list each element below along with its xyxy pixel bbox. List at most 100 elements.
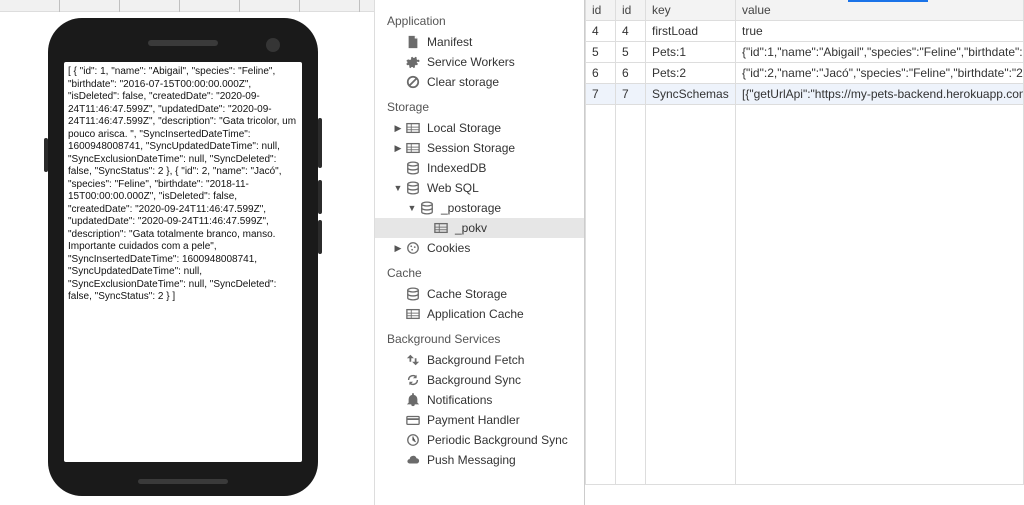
table-row[interactable]: 4 4 firstLoad true bbox=[586, 21, 1024, 42]
session-storage-item[interactable]: ▶ Session Storage bbox=[375, 138, 584, 158]
tree-label: Cache Storage bbox=[427, 287, 580, 301]
cell-value: true bbox=[736, 21, 1024, 42]
col-value[interactable]: value bbox=[736, 0, 1024, 21]
push-messaging-item[interactable]: Push Messaging bbox=[375, 450, 584, 470]
pokv-item[interactable]: _pokv bbox=[375, 218, 584, 238]
gear-icon bbox=[405, 55, 421, 69]
chevron-down-icon: ▼ bbox=[393, 183, 403, 193]
payment-handler-item[interactable]: Payment Handler bbox=[375, 410, 584, 430]
cache-storage-item[interactable]: Cache Storage bbox=[375, 284, 584, 304]
notifications-item[interactable]: Notifications bbox=[375, 390, 584, 410]
database-icon bbox=[405, 181, 421, 195]
tree-label: _postorage bbox=[441, 201, 580, 215]
device-speaker bbox=[148, 40, 218, 46]
tree-label: Notifications bbox=[427, 393, 580, 407]
bg-fetch-item[interactable]: Background Fetch bbox=[375, 350, 584, 370]
device-side-button bbox=[44, 138, 48, 172]
tree-label: Manifest bbox=[427, 35, 580, 49]
device-frame: [ { "id": 1, "name": "Abigail", "species… bbox=[48, 18, 318, 496]
chevron-down-icon: ▼ bbox=[407, 203, 417, 213]
cell-value: {"id":1,"name":"Abigail","species":"Feli… bbox=[736, 42, 1024, 63]
cell-value: {"id":2,"name":"Jacó","species":"Feline"… bbox=[736, 63, 1024, 84]
col-id[interactable]: id bbox=[586, 0, 616, 21]
device-side-button bbox=[318, 220, 322, 254]
table-row[interactable]: 7 7 SyncSchemas [{"getUrlApi":"https://m… bbox=[586, 84, 1024, 105]
device-homebar bbox=[138, 479, 228, 484]
tree-label: Payment Handler bbox=[427, 413, 580, 427]
database-icon bbox=[405, 287, 421, 301]
devtools-root: [ { "id": 1, "name": "Abigail", "species… bbox=[0, 0, 1024, 505]
clear-storage-item[interactable]: Clear storage bbox=[375, 72, 584, 92]
tree-label: Web SQL bbox=[427, 181, 580, 195]
tree-label: IndexedDB bbox=[427, 161, 580, 175]
card-icon bbox=[405, 413, 421, 427]
cell-id: 4 bbox=[616, 21, 646, 42]
chevron-right-icon: ▶ bbox=[393, 243, 403, 254]
group-bg-services: Background Services bbox=[375, 324, 584, 350]
table-row[interactable]: 5 5 Pets:1 {"id":1,"name":"Abigail","spe… bbox=[586, 42, 1024, 63]
device-screen[interactable]: [ { "id": 1, "name": "Abigail", "species… bbox=[64, 62, 302, 462]
device-camera bbox=[266, 38, 280, 52]
clock-icon bbox=[405, 433, 421, 447]
storage-table-pane: id id key value 4 4 firstLoad true 5 5 P… bbox=[585, 0, 1024, 505]
cell-value: [{"getUrlApi":"https://my-pets-backend.h… bbox=[736, 84, 1024, 105]
group-application: Application bbox=[375, 6, 584, 32]
table-header-row[interactable]: id id key value bbox=[586, 0, 1024, 21]
cell-id: 5 bbox=[586, 42, 616, 63]
tree-label: Service Workers bbox=[427, 55, 580, 69]
chevron-right-icon: ▶ bbox=[393, 143, 403, 154]
indexeddb-item[interactable]: IndexedDB bbox=[375, 158, 584, 178]
tree-label: Periodic Background Sync bbox=[427, 433, 580, 447]
device-side-button bbox=[318, 180, 322, 214]
table-body: 4 4 firstLoad true 5 5 Pets:1 {"id":1,"n… bbox=[586, 21, 1024, 485]
bell-icon bbox=[405, 393, 421, 407]
postorage-item[interactable]: ▼ _postorage bbox=[375, 198, 584, 218]
device-side-button bbox=[318, 118, 322, 168]
tree-label: Session Storage bbox=[427, 141, 580, 155]
device-preview-pane: [ { "id": 1, "name": "Abigail", "species… bbox=[0, 0, 375, 505]
manifest-icon bbox=[405, 35, 421, 49]
application-panel: Application Manifest Service Workers Cle… bbox=[375, 0, 585, 505]
service-workers-item[interactable]: Service Workers bbox=[375, 52, 584, 72]
clear-icon bbox=[405, 75, 421, 89]
tree-label: Background Fetch bbox=[427, 353, 580, 367]
cell-id: 7 bbox=[616, 84, 646, 105]
grid-icon bbox=[433, 221, 449, 235]
tree-label: Application Cache bbox=[427, 307, 580, 321]
ruler bbox=[0, 0, 374, 12]
cookie-icon bbox=[405, 241, 421, 255]
grid-icon bbox=[405, 141, 421, 155]
local-storage-item[interactable]: ▶ Local Storage bbox=[375, 118, 584, 138]
col-key[interactable]: key bbox=[646, 0, 736, 21]
application-cache-item[interactable]: Application Cache bbox=[375, 304, 584, 324]
cell-key: Pets:1 bbox=[646, 42, 736, 63]
chevron-right-icon: ▶ bbox=[393, 123, 403, 134]
cell-id: 7 bbox=[586, 84, 616, 105]
cell-key: Pets:2 bbox=[646, 63, 736, 84]
database-icon bbox=[405, 161, 421, 175]
cell-id: 6 bbox=[586, 63, 616, 84]
cookies-item[interactable]: ▶ Cookies bbox=[375, 238, 584, 258]
grid-icon bbox=[405, 307, 421, 321]
table-row[interactable]: 6 6 Pets:2 {"id":2,"name":"Jacó","specie… bbox=[586, 63, 1024, 84]
database-icon bbox=[419, 201, 435, 215]
tree-label: Clear storage bbox=[427, 75, 580, 89]
bg-sync-item[interactable]: Background Sync bbox=[375, 370, 584, 390]
grid-icon bbox=[405, 121, 421, 135]
manifest-item[interactable]: Manifest bbox=[375, 32, 584, 52]
col-id[interactable]: id bbox=[616, 0, 646, 21]
active-tab-indicator bbox=[848, 0, 928, 2]
tree-label: _pokv bbox=[455, 221, 580, 235]
cell-id: 5 bbox=[616, 42, 646, 63]
periodic-bg-sync-item[interactable]: Periodic Background Sync bbox=[375, 430, 584, 450]
tree-label: Push Messaging bbox=[427, 453, 580, 467]
transfer-icon bbox=[405, 353, 421, 367]
tree-label: Cookies bbox=[427, 241, 580, 255]
websql-item[interactable]: ▼ Web SQL bbox=[375, 178, 584, 198]
cloud-icon bbox=[405, 453, 421, 467]
table-filler bbox=[586, 105, 1024, 485]
cell-id: 6 bbox=[616, 63, 646, 84]
cell-key: firstLoad bbox=[646, 21, 736, 42]
tree-label: Background Sync bbox=[427, 373, 580, 387]
cell-key: SyncSchemas bbox=[646, 84, 736, 105]
